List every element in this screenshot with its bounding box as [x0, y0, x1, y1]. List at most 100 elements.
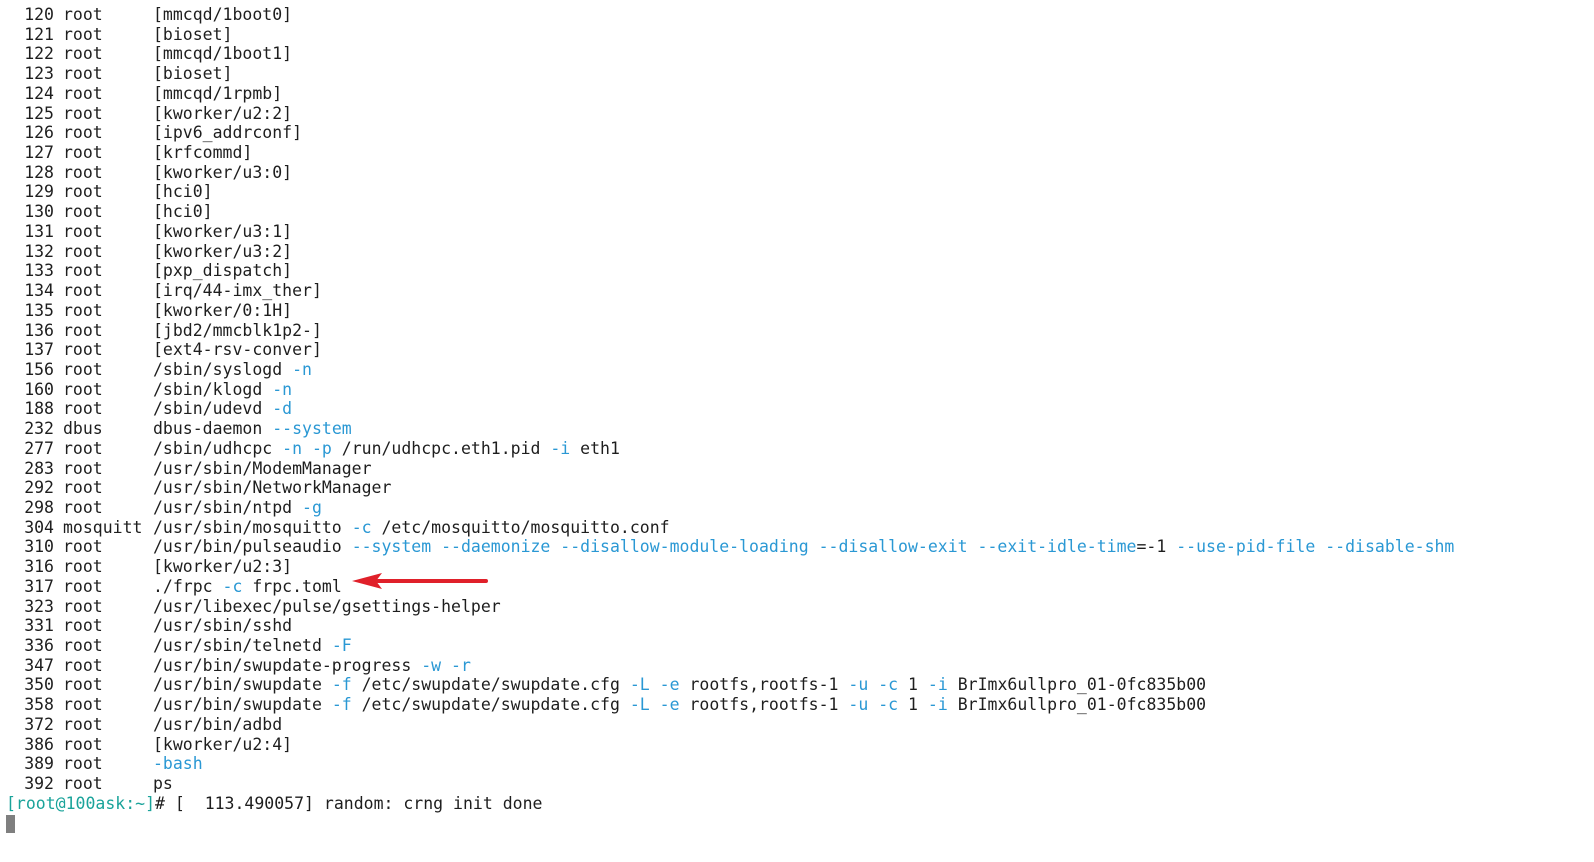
- process-user: root: [63, 655, 103, 675]
- terminal-output[interactable]: 120 root [mmcqd/1boot0] 121 root [bioset] 122 r…: [6, 5, 1586, 833]
- process-row: 136 root [jbd2/mmcblk1p2-]: [6, 321, 1586, 341]
- process-user: root: [63, 695, 103, 715]
- command-text: rootfs,rootfs-1: [679, 675, 849, 695]
- process-user: root: [63, 143, 103, 163]
- process-row: 132 root [kworker/u3:2]: [6, 242, 1586, 262]
- left-arrow-icon: [352, 573, 488, 589]
- process-command: -bash: [153, 754, 203, 773]
- process-command: /usr/sbin/mosquitto -c /etc/mosquitto/mo…: [153, 518, 670, 537]
- process-pid: 120: [24, 5, 54, 24]
- command-option: -n: [282, 438, 303, 458]
- process-pid: 336: [24, 636, 54, 655]
- process-command: [jbd2/mmcblk1p2-]: [153, 321, 322, 340]
- command-text: /etc/swupdate/swupdate.cfg: [351, 695, 630, 715]
- process-pid: 283: [24, 458, 54, 478]
- process-row: 392 root ps: [6, 774, 1586, 794]
- kernel-message: [ 113.490057] random: crng init done: [174, 793, 543, 813]
- process-pid: 122: [24, 44, 54, 64]
- input-line[interactable]: [6, 813, 1586, 833]
- process-pid: 125: [24, 103, 54, 123]
- command-option: -f: [331, 675, 352, 695]
- process-command: [bioset]: [153, 25, 232, 44]
- process-pid: 126: [24, 123, 54, 143]
- process-row: 121 root [bioset]: [6, 25, 1586, 45]
- process-row: 120 root [mmcqd/1boot0]: [6, 5, 1586, 25]
- command-text: /usr/bin/swupdate: [153, 675, 332, 695]
- process-pid: 188: [24, 399, 54, 419]
- process-row: 283 root/usr/sbin/ModemManager: [6, 459, 1586, 479]
- process-user: root: [63, 44, 103, 64]
- command-text: [hci0]: [153, 202, 213, 222]
- process-command: [kworker/u2:3]: [153, 557, 292, 576]
- command-option: -c: [878, 675, 899, 695]
- command-option: -e: [659, 695, 680, 715]
- process-command: /usr/sbin/telnetd -F: [153, 636, 352, 655]
- process-command: /usr/bin/swupdate -f /etc/swupdate/swupd…: [153, 695, 1206, 714]
- process-row: 310 root/usr/bin/pulseaudio --system --da…: [6, 537, 1586, 557]
- process-pid: 386: [24, 734, 54, 754]
- text-cursor[interactable]: [6, 814, 15, 833]
- process-pid: 132: [24, 241, 54, 261]
- process-user: root: [63, 734, 103, 754]
- command-text: [krfcommd]: [153, 143, 253, 163]
- command-option: --use-pid-file --disable-shm: [1176, 537, 1455, 557]
- command-text: [kworker/u3:0]: [153, 162, 293, 182]
- process-command: /sbin/klogd -n: [153, 380, 292, 399]
- process-user: root: [63, 241, 103, 261]
- process-user: root: [63, 675, 103, 695]
- command-text: [mmcqd/1rpmb]: [153, 83, 283, 103]
- command-text: /sbin/klogd: [153, 379, 273, 399]
- process-row: 127 root [krfcommd]: [6, 143, 1586, 163]
- process-pid: 136: [24, 320, 54, 340]
- process-command: /sbin/udevd -d: [153, 399, 292, 418]
- command-text: BrImx6ullpro_01-0fc835b00: [947, 675, 1207, 695]
- command-text: /etc/swupdate/swupdate.cfg: [351, 675, 630, 695]
- command-text: [mmcqd/1boot0]: [153, 5, 293, 24]
- process-command: [hci0]: [153, 182, 213, 201]
- process-user: root: [63, 576, 103, 596]
- command-option: -n: [292, 359, 312, 379]
- process-user: root: [63, 340, 103, 360]
- process-user: root: [63, 261, 103, 281]
- command-text: [ext4-rsv-conver]: [153, 340, 322, 360]
- process-row: 135 root [kworker/0:1H]: [6, 301, 1586, 321]
- command-text: /sbin/udevd: [153, 399, 273, 419]
- command-text: rootfs,rootfs-1: [679, 695, 849, 715]
- command-text: [bioset]: [153, 24, 233, 44]
- command-text: BrImx6ullpro_01-0fc835b00: [947, 695, 1207, 715]
- process-pid: 310: [24, 537, 54, 557]
- command-text: /sbin/udhcpc: [153, 438, 283, 458]
- command-text: [kworker/u3:2]: [153, 241, 293, 261]
- process-pid: 133: [24, 261, 54, 281]
- process-user: root: [63, 103, 103, 123]
- process-user: root: [63, 616, 103, 636]
- process-row: 122 root [mmcqd/1boot1]: [6, 44, 1586, 64]
- process-pid: 292: [24, 478, 54, 498]
- command-option: -u: [848, 675, 869, 695]
- process-row: 350 root/usr/bin/swupdate -f /etc/swupdat…: [6, 675, 1586, 695]
- process-user: root: [63, 636, 103, 655]
- command-text: /usr/bin/adbd: [153, 714, 283, 734]
- command-text: [jbd2/mmcblk1p2-]: [153, 320, 322, 340]
- command-option: -w: [421, 655, 442, 675]
- process-user: root: [63, 64, 103, 84]
- process-command: [kworker/u2:2]: [153, 104, 292, 123]
- process-pid: 358: [24, 695, 54, 715]
- process-user: root: [63, 83, 103, 103]
- process-command: ps: [153, 774, 173, 793]
- command-text: [302, 439, 312, 458]
- process-user: root: [63, 596, 103, 616]
- process-command: [kworker/u2:4]: [153, 735, 292, 754]
- process-row: 277 root/sbin/udhcpc -n -p /run/udhcpc.et…: [6, 439, 1586, 459]
- process-pid: 372: [24, 714, 54, 734]
- command-text: [868, 695, 878, 714]
- command-option: -g: [302, 497, 322, 517]
- process-command: /usr/sbin/NetworkManager: [153, 478, 391, 497]
- process-user: root: [63, 202, 103, 222]
- process-command: /sbin/udhcpc -n -p /run/udhcpc.eth1.pid …: [153, 439, 620, 458]
- command-text: [kworker/u2:3]: [153, 557, 293, 577]
- process-user: root: [63, 478, 103, 498]
- command-option: --system --daemonize --disallow-module-l…: [351, 537, 1137, 557]
- process-user: root: [63, 24, 103, 44]
- process-user: root: [63, 754, 103, 774]
